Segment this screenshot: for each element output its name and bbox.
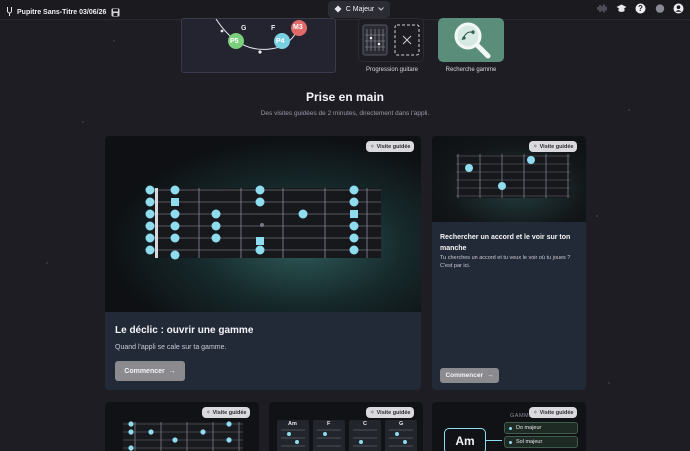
interval-badge-m3: M3	[293, 24, 303, 31]
sparkle-icon: ✧	[533, 143, 538, 150]
tour-card-chord-search[interactable]: ✧ Visite guidée Rechercher un accord et …	[432, 136, 586, 390]
section-subtitle: Des visites guidées de 2 minutes, direct…	[260, 110, 430, 117]
chord-chip-label: Am	[455, 434, 475, 448]
note-label-g: G	[241, 25, 247, 32]
key-selector[interactable]: C Majeur	[328, 1, 390, 18]
card-title: Rechercher un accord et le voir sur ton …	[440, 234, 571, 252]
arrow-right-icon: →	[487, 372, 494, 379]
sparkle-icon: ✧	[370, 409, 375, 416]
guided-tour-badge-label: Visite guidée	[376, 143, 411, 150]
section-title: Prise en main	[305, 90, 385, 104]
document-title-area: Pupitre Sans-Titre 03/06/26	[6, 3, 121, 21]
tour-card-chord-progression[interactable]: Am F C G ✧ Visite guidée	[269, 402, 423, 451]
guitar-progression-thumbnail[interactable]	[358, 18, 424, 62]
chord-label-g: G	[399, 421, 404, 427]
card-description: Tu cherches un accord et tu veux le voir…	[440, 255, 571, 269]
sparkle-icon: ✧	[206, 409, 211, 416]
tour-card-scale[interactable]: ✧ Visite guidée Le déclic : ouvrir une g…	[105, 136, 421, 390]
guitar-progression-label: Progression guitare	[365, 67, 419, 73]
scale-option-sol-majeur[interactable]: Sol majeur	[504, 436, 578, 448]
tour-card-scale-list[interactable]: Am GAMME Do majeur Sol majeur ✧ Visite g…	[432, 402, 586, 451]
fretboard-preview	[105, 136, 421, 312]
guided-tour-badge: ✧ Visite guidée	[529, 407, 578, 418]
tuning-fork-icon	[6, 3, 13, 21]
svg-text:?: ?	[638, 4, 643, 13]
background-dot	[82, 121, 84, 123]
scale-option-label: Do majeur	[516, 425, 542, 431]
guided-tour-badge-label: Visite guidée	[539, 409, 574, 416]
connector-line	[486, 440, 502, 441]
interval-badge-p4: P4	[276, 38, 285, 45]
start-button[interactable]: Commencer →	[115, 361, 185, 381]
chord-label-am: Am	[288, 421, 297, 427]
background-dot	[596, 215, 598, 217]
bullet-dot	[509, 426, 512, 430]
chord-label-c: C	[363, 421, 367, 427]
scale-search-label: Recherche gamme	[445, 67, 497, 73]
note-label-f: F	[271, 25, 276, 32]
interval-badge-p5: P5	[230, 38, 239, 45]
scale-option-do-majeur[interactable]: Do majeur	[504, 422, 578, 434]
guided-tour-badge: ✧ Visite guidée	[366, 407, 415, 418]
tour-card-fretboard[interactable]: ✧ Visite guidée	[105, 402, 259, 451]
arrow-right-icon: →	[168, 367, 176, 375]
guided-tour-badge-label: Visite guidée	[212, 409, 247, 416]
background-dot	[608, 382, 610, 384]
account-icon[interactable]	[673, 3, 684, 14]
sparkle-icon: ✧	[533, 409, 538, 416]
graduation-cap-icon[interactable]	[616, 3, 627, 14]
guided-tour-badge-label: Visite guidée	[376, 409, 411, 416]
start-button[interactable]: Commencer →	[440, 368, 499, 383]
chevron-down-icon	[378, 6, 385, 13]
background-dot	[113, 40, 115, 42]
card-description: Quand l'appli se cale sur ta gamme.	[115, 344, 227, 351]
toolbar-actions: ?	[597, 3, 684, 14]
guided-tour-badge: ✧ Visite guidée	[202, 407, 251, 418]
bullet-dot	[509, 440, 512, 444]
help-icon[interactable]: ?	[635, 3, 646, 14]
document-title[interactable]: Pupitre Sans-Titre 03/06/26	[17, 9, 106, 16]
sparkle-icon: ✧	[370, 143, 375, 150]
chord-label-f: F	[327, 421, 331, 427]
start-button-label: Commencer	[445, 372, 484, 379]
background-dot	[46, 262, 48, 264]
scale-search-thumbnail[interactable]	[438, 18, 504, 62]
top-bar: Pupitre Sans-Titre 03/06/26 C Majeur ?	[0, 0, 690, 20]
guided-tour-badge: ✧ Visite guidée	[366, 141, 415, 152]
chord-chip: Am	[444, 428, 486, 451]
card-title: Le déclic : ouvrir une gamme	[115, 325, 254, 336]
interval-circle-diagram	[215, 19, 307, 54]
interval-circle-card[interactable]: G F M3 P5 P4	[181, 18, 336, 73]
scale-option-label: Sol majeur	[516, 439, 543, 445]
guided-tour-badge-label: Visite guidée	[539, 143, 574, 150]
key-selector-label: C Majeur	[345, 6, 375, 13]
start-button-label: Commencer	[124, 367, 165, 375]
music-key-icon	[334, 5, 342, 15]
chat-icon[interactable]	[654, 3, 665, 14]
save-icon[interactable]	[110, 7, 121, 18]
guided-tour-badge: ✧ Visite guidée	[529, 141, 578, 152]
waveform-icon[interactable]	[597, 3, 608, 14]
